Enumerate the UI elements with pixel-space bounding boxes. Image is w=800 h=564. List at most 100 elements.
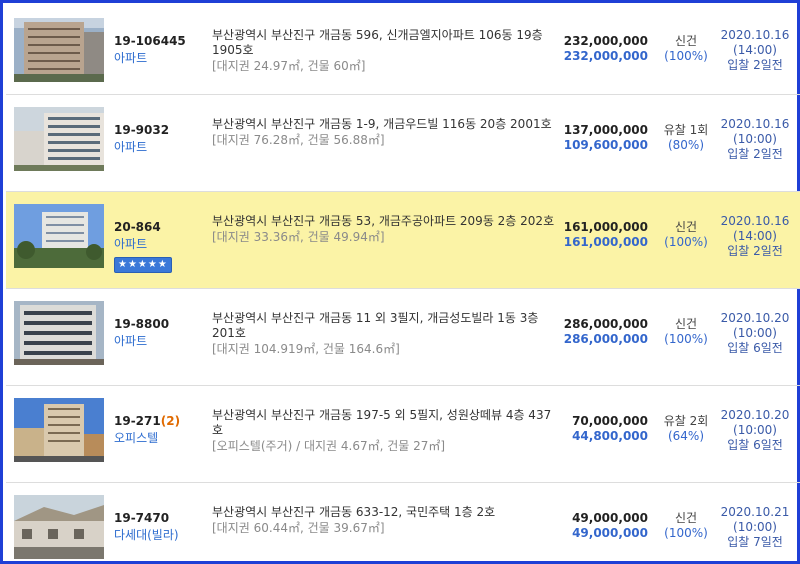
date-block: 2020.10.20 (10:00) 입찰 6일전 [718, 408, 792, 453]
days-remaining: 입찰 2일전 [727, 58, 783, 72]
area-info: [대지권 60.44㎡, 건물 39.67㎡] [212, 521, 385, 535]
address-text[interactable]: 부산광역시 부산진구 개금동 1-9, 개금우드빌 116동 20층 2001호 [212, 117, 562, 132]
auction-row[interactable]: 19-9032 아파트 부산광역시 부산진구 개금동 1-9, 개금우드빌 11… [6, 95, 800, 192]
case-number-text[interactable]: 19-9032 [114, 123, 169, 137]
price-block: 232,000,000 232,000,000 [564, 34, 648, 64]
minimum-bid-price: 44,800,000 [572, 429, 648, 443]
status-block: 신건 (100%) [656, 317, 716, 347]
bid-status: 신건 [674, 511, 698, 525]
days-remaining: 입찰 7일전 [727, 535, 783, 549]
auction-row[interactable]: 19-271(2) 오피스텔 부산광역시 부산진구 개금동 197-5 외 5필… [6, 386, 800, 483]
days-remaining: 입찰 6일전 [727, 341, 783, 355]
auction-date: 2020.10.20 [720, 311, 790, 325]
bid-rate: (64%) [667, 429, 705, 443]
case-number[interactable]: 19-271(2) [114, 414, 204, 428]
property-type: 아파트 [114, 334, 148, 348]
auction-date: 2020.10.16 [720, 214, 790, 228]
property-photo[interactable] [14, 398, 104, 462]
case-info: 20-864 아파트 ★★★★★ [114, 220, 204, 273]
bid-rate: (100%) [664, 332, 708, 346]
address-block: 부산광역시 부산진구 개금동 633-12, 국민주택 1층 2호 [대지권 6… [212, 505, 562, 536]
auction-list-frame: 19-106445 아파트 부산광역시 부산진구 개금동 596, 신개금엘지아… [0, 0, 800, 564]
price-block: 161,000,000 161,000,000 [564, 220, 648, 250]
case-number-text[interactable]: 19-8800 [114, 317, 169, 331]
case-info: 19-106445 아파트 [114, 34, 204, 66]
case-number[interactable]: 19-8800 [114, 317, 204, 331]
address-text[interactable]: 부산광역시 부산진구 개금동 11 외 3필지, 개금성도빌라 1동 3층 20… [212, 311, 562, 341]
area-info: [오피스텔(주거) / 대지권 4.67㎡, 건물 27㎡] [212, 439, 446, 453]
property-type: 다세대(빌라) [114, 528, 179, 542]
status-block: 유찰 2회 (64%) [656, 414, 716, 444]
appraised-price: 286,000,000 [563, 317, 648, 331]
auction-row[interactable]: 19-7470 다세대(빌라) 부산광역시 부산진구 개금동 633-12, 국… [6, 483, 800, 564]
case-number-text[interactable]: 19-7470 [114, 511, 169, 525]
case-number-suffix: (2) [160, 414, 181, 428]
property-photo[interactable] [14, 18, 104, 82]
price-block: 137,000,000 109,600,000 [564, 123, 648, 153]
area-info: [대지권 104.919㎡, 건물 164.6㎡] [212, 342, 400, 356]
appraised-price: 137,000,000 [563, 123, 648, 137]
date-block: 2020.10.21 (10:00) 입찰 7일전 [718, 505, 792, 550]
auction-row[interactable]: 20-864 아파트 ★★★★★ 부산광역시 부산진구 개금동 53, 개금주공… [6, 192, 800, 289]
bid-rate: (80%) [667, 138, 705, 152]
area-info: [대지권 76.28㎡, 건물 56.88㎡] [212, 133, 385, 147]
property-type: 아파트 [114, 140, 148, 154]
status-block: 유찰 1회 (80%) [656, 123, 716, 153]
auction-time: (14:00) [733, 229, 777, 243]
address-block: 부산광역시 부산진구 개금동 596, 신개금엘지아파트 106동 19층 19… [212, 28, 562, 74]
address-block: 부산광역시 부산진구 개금동 11 외 3필지, 개금성도빌라 1동 3층 20… [212, 311, 562, 357]
auction-row[interactable]: 19-106445 아파트 부산광역시 부산진구 개금동 596, 신개금엘지아… [6, 6, 800, 95]
property-photo[interactable] [14, 301, 104, 365]
minimum-bid-price: 286,000,000 [563, 332, 648, 346]
property-type: 아파트 [114, 51, 148, 65]
date-block: 2020.10.20 (10:00) 입찰 6일전 [718, 311, 792, 356]
auction-time: (10:00) [733, 132, 777, 146]
bid-status: 신건 [674, 317, 698, 331]
bid-status: 유찰 2회 [663, 414, 709, 428]
price-block: 286,000,000 286,000,000 [564, 317, 648, 347]
case-number-text[interactable]: 19-271 [114, 414, 161, 428]
case-info: 19-8800 아파트 [114, 317, 204, 349]
bid-status: 신건 [674, 220, 698, 234]
case-number-text[interactable]: 20-864 [114, 220, 161, 234]
auction-time: (10:00) [733, 520, 777, 534]
days-remaining: 입찰 2일전 [727, 147, 783, 161]
price-block: 70,000,000 44,800,000 [572, 414, 648, 444]
auction-time: (10:00) [733, 423, 777, 437]
status-block: 신건 (100%) [656, 220, 716, 250]
status-block: 신건 (100%) [656, 511, 716, 541]
property-type: 오피스텔 [114, 431, 159, 445]
address-text[interactable]: 부산광역시 부산진구 개금동 633-12, 국민주택 1층 2호 [212, 505, 562, 520]
address-text[interactable]: 부산광역시 부산진구 개금동 596, 신개금엘지아파트 106동 19층 19… [212, 28, 562, 58]
days-remaining: 입찰 6일전 [727, 438, 783, 452]
case-number-text[interactable]: 19-106445 [114, 34, 186, 48]
auction-time: (14:00) [733, 43, 777, 57]
case-info: 19-9032 아파트 [114, 123, 204, 155]
status-block: 신건 (100%) [656, 34, 716, 64]
case-number[interactable]: 19-7470 [114, 511, 204, 525]
appraised-price: 161,000,000 [563, 220, 648, 234]
auction-row[interactable]: 19-8800 아파트 부산광역시 부산진구 개금동 11 외 3필지, 개금성… [6, 289, 800, 386]
auction-date: 2020.10.16 [720, 117, 790, 131]
address-text[interactable]: 부산광역시 부산진구 개금동 197-5 외 5필지, 성원상떼뷰 4층 437… [212, 408, 562, 438]
property-photo[interactable] [14, 107, 104, 171]
property-photo[interactable] [14, 495, 104, 559]
case-info: 19-271(2) 오피스텔 [114, 414, 204, 446]
minimum-bid-price: 161,000,000 [563, 235, 648, 249]
address-block: 부산광역시 부산진구 개금동 1-9, 개금우드빌 116동 20층 2001호… [212, 117, 562, 148]
days-remaining: 입찰 2일전 [727, 244, 783, 258]
property-photo[interactable] [14, 204, 104, 268]
minimum-bid-price: 49,000,000 [572, 526, 648, 540]
bid-rate: (100%) [664, 526, 708, 540]
appraised-price: 49,000,000 [572, 511, 648, 525]
case-info: 19-7470 다세대(빌라) [114, 511, 204, 543]
minimum-bid-price: 232,000,000 [563, 49, 648, 63]
property-type: 아파트 [114, 237, 148, 251]
auction-time: (10:00) [733, 326, 777, 340]
minimum-bid-price: 109,600,000 [563, 138, 648, 152]
address-text[interactable]: 부산광역시 부산진구 개금동 53, 개금주공아파트 209동 2층 202호 [212, 214, 562, 229]
case-number[interactable]: 19-106445 [114, 34, 204, 48]
appraised-price: 232,000,000 [563, 34, 648, 48]
case-number[interactable]: 20-864 [114, 220, 204, 234]
case-number[interactable]: 19-9032 [114, 123, 204, 137]
